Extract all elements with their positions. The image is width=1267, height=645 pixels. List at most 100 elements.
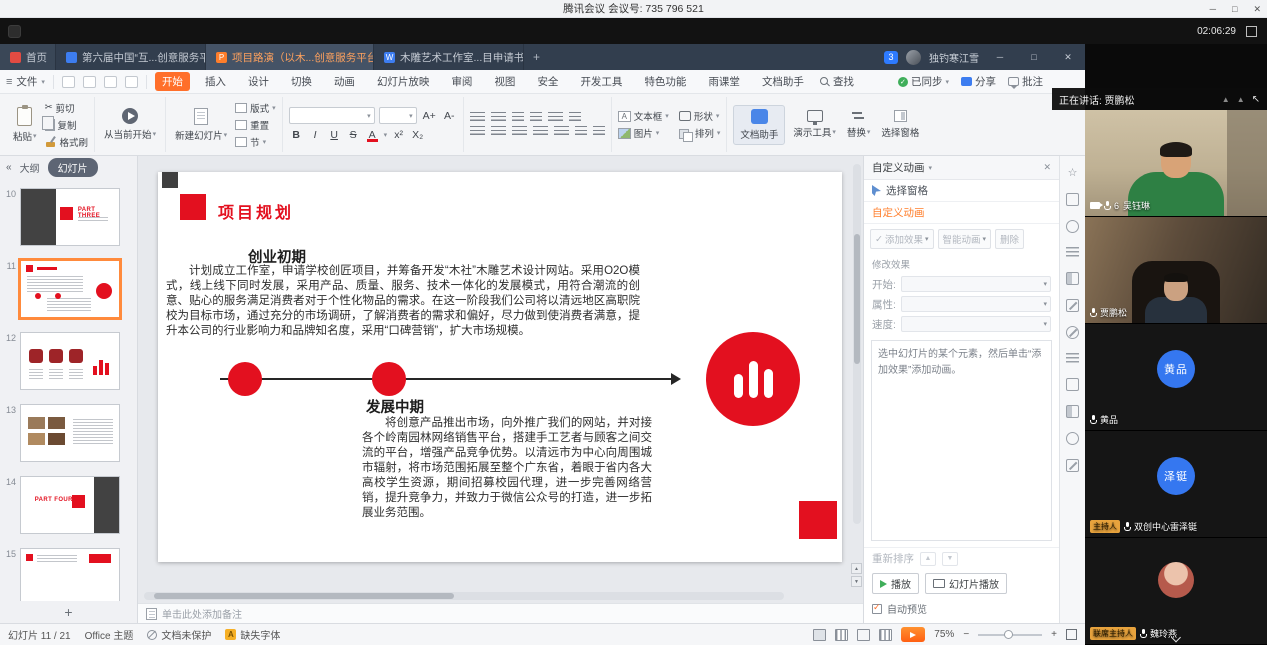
comments-pane-icon[interactable] [1066, 353, 1079, 364]
cut-button[interactable]: ✂剪切 [45, 101, 89, 115]
replace-button[interactable]: 替换▾ [844, 110, 874, 139]
help-pane-icon[interactable] [1066, 220, 1079, 233]
textbox-button[interactable]: A文本框▾ [618, 109, 669, 123]
panel-close-icon[interactable]: ✕ [1043, 162, 1051, 173]
notification-badge[interactable]: 3 [884, 51, 898, 64]
speed-select[interactable]: ▾ [901, 316, 1051, 332]
presentation-tools-button[interactable]: 演示工具▾ [790, 110, 839, 139]
menu-insert[interactable]: 插入 [198, 72, 233, 91]
participant-video-jiapengsong[interactable]: 贾鹏松 [1085, 217, 1267, 324]
notes-bar[interactable]: 单击此处添加备注 [138, 603, 863, 623]
move-up-button[interactable]: ▲ [920, 552, 936, 566]
thumbnail-item-13[interactable]: 13 [2, 404, 133, 462]
design-pane-icon[interactable] [1066, 299, 1079, 312]
protection-status[interactable]: 文档未保护 [147, 627, 211, 642]
format-painter-button[interactable]: 格式刷 [45, 135, 89, 149]
participant-tile-huangpin[interactable]: 黄品 黄品 [1085, 324, 1267, 431]
tab-home[interactable]: 首页 [0, 44, 56, 70]
tab-document-1[interactable]: 第六届中国“互...创意服务平台 [56, 44, 206, 70]
numbering-icon[interactable] [491, 112, 506, 123]
menu-features[interactable]: 特色功能 [637, 72, 693, 91]
font-name-select[interactable]: ▾ [289, 107, 375, 124]
redo-icon[interactable] [125, 76, 138, 88]
thumbnail-item-12[interactable]: 12 [2, 332, 133, 390]
wps-maximize-button[interactable]: □ [1021, 44, 1047, 70]
align-left-icon[interactable] [470, 126, 485, 137]
smart-animation-button[interactable]: 智能动画▾ [938, 229, 992, 249]
grow-font-button[interactable]: A+ [421, 108, 438, 123]
comment-button[interactable]: 批注 [1008, 74, 1043, 89]
distribute-icon[interactable] [554, 126, 569, 137]
start-select[interactable]: ▾ [901, 276, 1051, 292]
menu-review[interactable]: 审阅 [444, 72, 479, 91]
tab-document-3[interactable]: W 木雕艺术工作室...目申请书(1) [374, 44, 524, 70]
menu-devtools[interactable]: 开发工具 [573, 72, 629, 91]
add-effect-button[interactable]: ✓添加效果▾ [870, 229, 934, 249]
tab-slides[interactable]: 幻灯片 [48, 158, 98, 177]
selection-pane-icon[interactable] [1066, 378, 1079, 391]
layout-pane-icon[interactable] [1066, 272, 1079, 285]
scrollbar-thumb[interactable] [154, 593, 454, 599]
decrease-indent-icon[interactable] [512, 112, 524, 123]
tab-outline[interactable]: 大纲 [20, 160, 40, 175]
user-avatar[interactable] [906, 50, 921, 65]
undo-icon[interactable] [104, 76, 117, 88]
fit-slide-icon[interactable] [1066, 629, 1077, 640]
columns-icon[interactable] [575, 126, 587, 137]
tab-document-2-active[interactable]: P 项目路演（以木...创意服务平台） ✕ [206, 44, 374, 70]
underline-button[interactable]: U [327, 127, 342, 142]
thumbnail-item-15[interactable]: 15 [2, 548, 133, 601]
bullets-icon[interactable] [470, 112, 485, 123]
increase-indent-icon[interactable] [530, 112, 542, 123]
collapse-panel-icon[interactable]: « [6, 162, 12, 173]
participant-tile-host[interactable]: 泽铤 主持人 双创中心雷泽铤 [1085, 431, 1267, 538]
arrange-button[interactable]: 排列▾ [679, 126, 721, 140]
expand-icon[interactable]: ▲ [1222, 95, 1230, 104]
save-icon[interactable] [62, 76, 75, 88]
fullscreen-icon[interactable] [1246, 26, 1257, 37]
auto-preview-row[interactable]: 自动预览 [864, 598, 1059, 623]
notes-view-icon[interactable] [879, 629, 892, 641]
menu-security[interactable]: 安全 [530, 72, 565, 91]
slide-thumbnail[interactable] [20, 332, 120, 390]
play-animation-button[interactable]: 播放 [872, 573, 919, 594]
text-tools-icon[interactable] [593, 126, 605, 137]
auto-preview-checkbox[interactable] [872, 604, 882, 614]
normal-view-icon[interactable] [813, 629, 826, 641]
zoom-in-button[interactable]: + [1051, 629, 1057, 640]
menu-home[interactable]: 开始 [155, 72, 190, 91]
justify-icon[interactable] [533, 126, 548, 137]
previous-slide-button[interactable]: ▲ [851, 563, 862, 574]
horizontal-scrollbar[interactable] [144, 592, 784, 600]
theme-name[interactable]: Office 主题 [85, 627, 134, 642]
selection-pane-button[interactable]: 选择窗格 [878, 110, 922, 139]
section-button[interactable]: 节▾ [235, 135, 276, 149]
expand-icon[interactable]: ▲ [1237, 95, 1245, 104]
current-slide[interactable]: 项目规划 创业初期 计划成立工作室，申请学校创匠项目，并筹备开发“木社”木雕艺术… [158, 172, 842, 562]
more-pane-icon[interactable] [1066, 459, 1079, 472]
layout-button[interactable]: 版式▾ [235, 101, 276, 115]
minimize-button[interactable]: ─ [1210, 4, 1216, 14]
menu-rainclass[interactable]: 雨课堂 [701, 72, 747, 91]
shrink-font-button[interactable]: A- [442, 108, 457, 123]
sync-status[interactable]: ✓ 已同步 ▾ [898, 74, 949, 89]
next-slide-button[interactable]: ▼ [851, 576, 862, 587]
strikethrough-button[interactable]: S [346, 127, 361, 142]
delete-effect-button[interactable]: 删除 [995, 229, 1024, 249]
font-color-button[interactable]: A [365, 127, 380, 142]
chevron-down-icon[interactable]: ▾ [929, 164, 933, 172]
menu-find[interactable]: 查找 [819, 74, 854, 89]
zoom-slider[interactable] [978, 634, 1042, 636]
close-button[interactable]: ✕ [1253, 4, 1261, 15]
menu-view[interactable]: 视图 [487, 72, 522, 91]
play-from-current-button[interactable]: 从当前开始▾ [101, 108, 159, 141]
thumbnail-item-10[interactable]: 10 PART THREE [2, 188, 133, 246]
paste-button[interactable]: 粘贴▾ [10, 107, 40, 143]
menu-transition[interactable]: 切换 [284, 72, 319, 91]
zoom-level[interactable]: 75% [934, 629, 954, 640]
slide-thumbnail[interactable] [20, 548, 120, 601]
favorites-star-icon[interactable]: ☆ [1066, 166, 1079, 179]
missing-font-status[interactable]: A 缺失字体 [225, 627, 280, 642]
scrollbar-thumb[interactable] [854, 234, 860, 364]
participant-tile-cohost[interactable]: 联席主持人 魏玲燕 [1085, 538, 1267, 645]
